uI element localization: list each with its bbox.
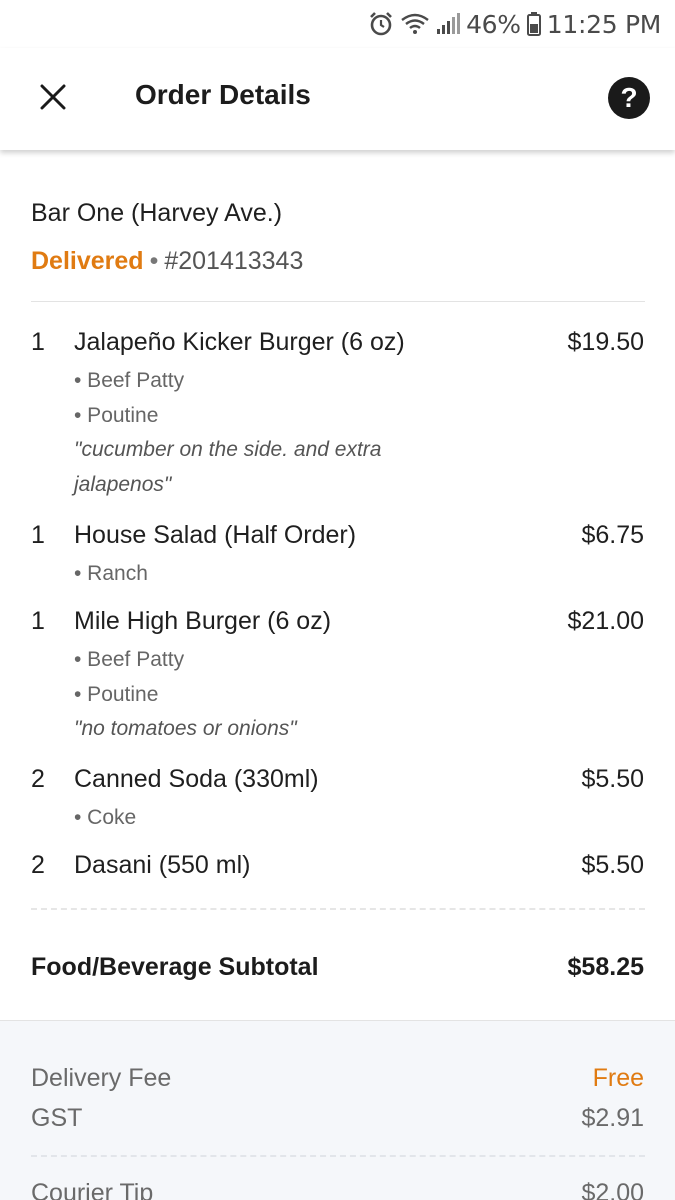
courier-tip-label: Courier Tip	[31, 1179, 154, 1200]
item-modifier: • Ranch	[74, 562, 148, 585]
signal-icon	[437, 13, 461, 34]
help-button[interactable]: ?	[608, 77, 650, 119]
item-modifier: • Coke	[74, 806, 137, 829]
item-modifier: • Beef Patty	[74, 369, 185, 392]
alarm-icon	[370, 12, 392, 36]
item-name: Dasani (550 ml)	[74, 851, 251, 879]
battery-percent: 46%	[466, 9, 521, 39]
item-modifier: • Poutine	[74, 683, 159, 706]
dashed-divider	[31, 1155, 645, 1157]
item-price: $21.00	[567, 607, 644, 635]
page-title: Order Details	[135, 79, 311, 110]
clock: 11:25 PM	[546, 9, 662, 39]
battery-icon	[526, 12, 541, 36]
item-note: "cucumber on the side. and extra jalapen…	[74, 438, 382, 496]
item-modifier: • Beef Patty	[74, 648, 185, 671]
divider	[31, 301, 645, 302]
close-button[interactable]	[28, 72, 78, 122]
courier-tip-value: $2.00	[581, 1179, 644, 1200]
help-icon: ?	[620, 82, 638, 113]
item-price: $6.75	[581, 521, 644, 549]
item-name: Canned Soda (330ml)	[74, 765, 319, 793]
app-bar: Order Details ?	[0, 48, 675, 150]
close-icon	[40, 84, 66, 110]
item-name: Mile High Burger (6 oz)	[74, 607, 332, 635]
delivery-fee-value: Free	[592, 1064, 644, 1092]
item-name: House Salad (Half Order)	[74, 521, 357, 549]
subtotal-label: Food/Beverage Subtotal	[31, 953, 319, 981]
status-bar: 46% 11:25 PM	[0, 0, 675, 48]
item-quantity: 2	[31, 851, 45, 879]
item-quantity: 1	[31, 328, 45, 356]
wifi-icon	[401, 13, 429, 34]
status-separator: •	[149, 247, 159, 275]
item-note: "no tomatoes or onions"	[74, 717, 297, 740]
gst-value: $2.91	[581, 1104, 644, 1132]
item-price: $19.50	[567, 328, 644, 356]
item-quantity: 2	[31, 765, 45, 793]
item-quantity: 1	[31, 521, 45, 549]
status-badge: Delivered	[31, 247, 144, 275]
item-price: $5.50	[581, 851, 644, 879]
gst-label: GST	[31, 1104, 83, 1132]
restaurant-name: Bar One (Harvey Ave.)	[31, 199, 283, 227]
item-price: $5.50	[581, 765, 644, 793]
order-number: #201413343	[164, 247, 304, 275]
order-status-line: Delivered • #201413343	[31, 247, 303, 276]
item-modifier: • Poutine	[74, 404, 159, 427]
item-quantity: 1	[31, 607, 45, 635]
item-name: Jalapeño Kicker Burger (6 oz)	[74, 328, 405, 356]
fees-section: Delivery Fee Free GST $2.91 Courier Tip …	[0, 1020, 675, 1200]
delivery-fee-label: Delivery Fee	[31, 1064, 172, 1092]
subtotal-value: $58.25	[567, 953, 644, 981]
dashed-divider	[31, 908, 645, 910]
